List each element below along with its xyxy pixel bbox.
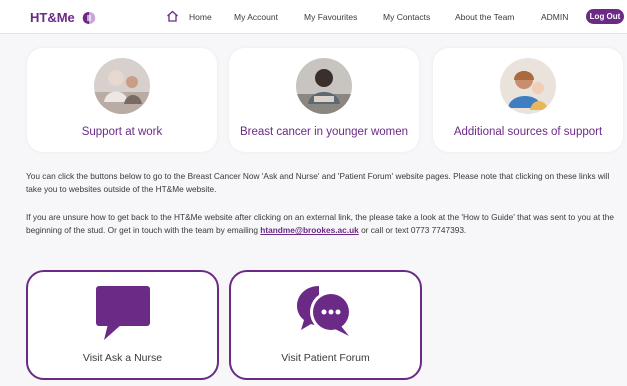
visit-patient-forum-button[interactable]: Visit Patient Forum	[229, 270, 422, 380]
button-label: Visit Patient Forum	[281, 352, 370, 364]
nav-admin[interactable]: ADMIN	[541, 12, 568, 22]
logo-text: HT&Me	[30, 10, 75, 25]
email-link[interactable]: htandme@brookes.ac.uk	[260, 225, 358, 235]
card-support-at-work[interactable]: Support at work	[27, 48, 217, 152]
nav-my-contacts[interactable]: My Contacts	[383, 12, 430, 22]
nav-my-account[interactable]: My Account	[234, 12, 278, 22]
info-paragraph-external-links: You can click the buttons below to go to…	[26, 171, 610, 194]
nav-my-favourites[interactable]: My Favourites	[304, 12, 357, 22]
speech-bubble-icon	[95, 286, 150, 340]
chat-bubbles-icon	[296, 286, 352, 336]
card-additional-sources-of-support[interactable]: Additional sources of support	[433, 48, 623, 152]
logout-button[interactable]: Log Out	[586, 9, 624, 24]
card-breast-cancer-younger-women[interactable]: Breast cancer in younger women	[229, 48, 419, 152]
breast-cancer-younger-women-photo	[296, 58, 352, 114]
card-label: Support at work	[81, 126, 163, 138]
info-paragraph-contact: If you are unsure how to get back to the…	[26, 211, 626, 237]
top-navigation-bar: HT&Me Home My Account My Favourites My C…	[0, 0, 627, 34]
card-label: Additional sources of support	[453, 126, 603, 138]
home-icon[interactable]	[166, 10, 179, 22]
nav-about-the-team[interactable]: About the Team	[455, 12, 514, 22]
site-logo[interactable]: HT&Me	[30, 10, 97, 25]
additional-sources-photo	[500, 58, 556, 114]
nav-home[interactable]: Home	[189, 12, 212, 22]
info-text: or call or text 0773 7747393.	[358, 225, 467, 235]
card-label: Breast cancer in younger women	[239, 126, 409, 138]
support-at-work-photo	[94, 58, 150, 114]
visit-ask-a-nurse-button[interactable]: Visit Ask a Nurse	[26, 270, 219, 380]
ht-me-logo-icon	[82, 11, 96, 24]
button-label: Visit Ask a Nurse	[82, 352, 163, 364]
